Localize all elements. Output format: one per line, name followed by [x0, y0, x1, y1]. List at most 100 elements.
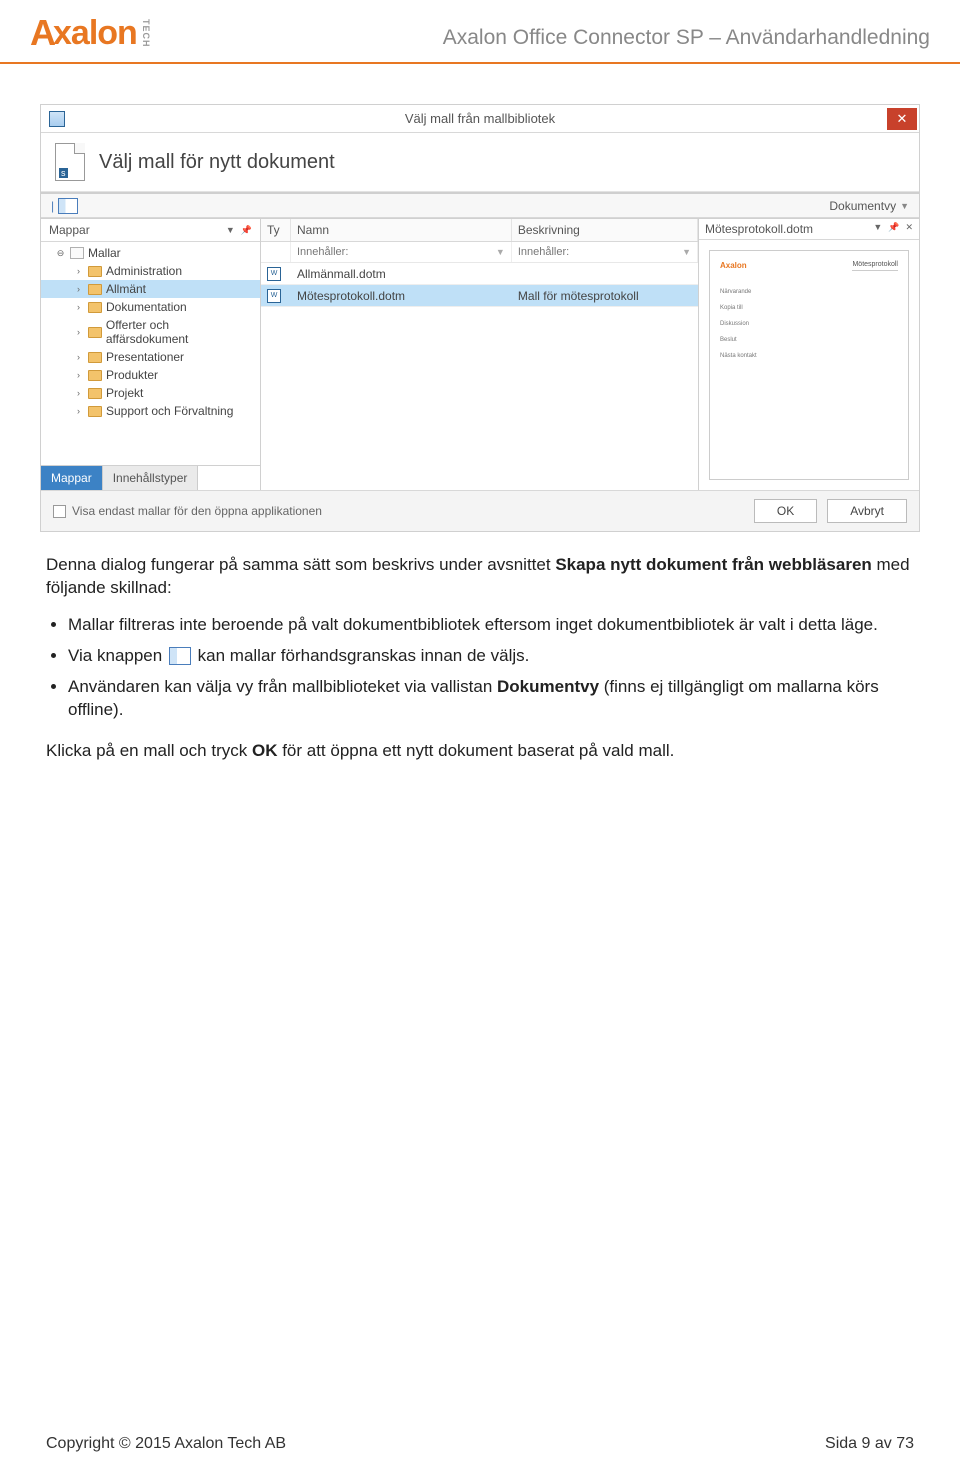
folder-icon — [88, 327, 102, 338]
folder-icon — [88, 284, 102, 295]
tree-item[interactable]: › Administration — [41, 262, 260, 280]
folder-icon — [88, 406, 102, 417]
dialog-app-icon — [49, 111, 65, 127]
show-only-checkbox[interactable]: Visa endast mallar för den öppna applika… — [53, 504, 322, 518]
funnel-icon[interactable]: ▼ — [496, 247, 505, 257]
folder-icon — [88, 302, 102, 313]
tree-item[interactable]: › Support och Förvaltning — [41, 402, 260, 420]
dialog-heading: Välj mall för nytt dokument — [99, 151, 335, 174]
cancel-button[interactable]: Avbryt — [827, 499, 907, 523]
dialog-heading-row: Välj mall för nytt dokument — [41, 133, 919, 192]
expand-icon[interactable]: › — [73, 370, 84, 381]
preview-line: Nästa kontakt — [720, 353, 898, 359]
col-name[interactable]: Namn — [291, 219, 512, 241]
expand-icon[interactable]: › — [73, 327, 84, 338]
expand-icon[interactable]: › — [73, 284, 84, 295]
tree-root[interactable]: ⊖ Mallar — [41, 244, 260, 262]
expand-icon[interactable]: › — [73, 266, 84, 277]
intro-bold: Skapa nytt dokument från webbläsaren — [555, 555, 871, 574]
sidebar-tabs: Mappar Innehållstyper — [41, 465, 260, 490]
tree-item-label: Support och Förvaltning — [106, 404, 233, 418]
pin-icon[interactable]: 📌 — [888, 222, 899, 236]
preview-toggle-button[interactable] — [58, 198, 78, 214]
preview-line: Beslut — [720, 337, 898, 343]
pin-icon[interactable]: 📌 — [241, 225, 252, 236]
expand-icon[interactable]: ⊖ — [55, 248, 66, 259]
close-button[interactable]: ✕ — [887, 108, 917, 130]
tab-mappar[interactable]: Mappar — [41, 466, 103, 490]
view-dropdown[interactable]: Dokumentvy ▼ — [829, 199, 909, 213]
library-icon — [70, 247, 84, 259]
preview-panel: Mötesprotokoll.dotm ▼ 📌 ✕ Axalon Mötespr… — [699, 219, 919, 490]
folder-icon — [88, 370, 102, 381]
filter-desc-label: Innehåller: — [518, 246, 569, 258]
expand-icon[interactable]: › — [73, 388, 84, 399]
toolbar-divider: | — [51, 199, 54, 213]
table-row[interactable]: WAllmänmall.dotm — [261, 263, 698, 285]
page-footer: Copyright © 2015 Axalon Tech AB Sida 9 a… — [0, 1435, 960, 1453]
filter-description[interactable]: Innehåller: ▼ — [512, 242, 698, 262]
folder-icon — [88, 388, 102, 399]
tree-item[interactable]: › Produkter — [41, 366, 260, 384]
intro-text-1: Denna dialog fungerar på samma sätt som … — [46, 555, 555, 574]
filter-type[interactable] — [261, 242, 291, 262]
ok-button[interactable]: OK — [754, 499, 817, 523]
expand-icon[interactable]: › — [73, 406, 84, 417]
expand-icon[interactable]: › — [73, 352, 84, 363]
col-description[interactable]: Beskrivning — [512, 219, 698, 241]
chevron-down-icon[interactable]: ▼ — [873, 222, 882, 236]
body-content: Denna dialog fungerar på samma sätt som … — [46, 554, 914, 763]
outro-a: Klicka på en mall och tryck — [46, 741, 252, 760]
col-type[interactable]: Ty — [261, 219, 291, 241]
tree-item[interactable]: › Presentationer — [41, 348, 260, 366]
folder-tree: ⊖ Mallar ›Administration›Allmänt›Dokumen… — [41, 242, 260, 465]
template-grid: Ty Namn Beskrivning Innehåller: ▼ Innehå… — [261, 219, 699, 490]
close-icon[interactable]: ✕ — [905, 222, 913, 236]
intro-paragraph: Denna dialog fungerar på samma sätt som … — [46, 554, 914, 600]
tree-item-label: Presentationer — [106, 350, 184, 364]
tree-item[interactable]: › Projekt — [41, 384, 260, 402]
chevron-down-icon[interactable]: ▼ — [226, 225, 235, 236]
tab-innehallstyper[interactable]: Innehållstyper — [103, 466, 199, 490]
preview-line: Närvarande — [720, 289, 898, 295]
page-header: Axalon TECH Axalon Office Connector SP –… — [0, 0, 960, 64]
dialog-titlebar: Välj mall från mallbibliotek ✕ — [41, 105, 919, 133]
row-description: Mall för mötesprotokoll — [512, 286, 698, 306]
funnel-icon[interactable]: ▼ — [682, 247, 691, 257]
expand-icon[interactable]: › — [73, 302, 84, 313]
tree-item-label: Administration — [106, 264, 182, 278]
row-name: Mötesprotokoll.dotm — [291, 286, 512, 306]
filter-name[interactable]: Innehåller: ▼ — [291, 242, 512, 262]
table-row[interactable]: W Mötesprotokoll.dotmMall för mötesprotok… — [261, 285, 698, 307]
view-dropdown-label: Dokumentvy — [829, 199, 896, 213]
tree-item-label: Projekt — [106, 386, 143, 400]
logo-a-icon: A — [30, 12, 55, 54]
tree-root-label: Mallar — [88, 246, 121, 260]
logo: Axalon TECH — [30, 12, 151, 54]
bullet-2: Via knappen kan mallar förhandsgranskas … — [68, 645, 914, 668]
checkbox-icon[interactable] — [53, 505, 66, 518]
folder-icon — [88, 352, 102, 363]
preview-doc-title: Mötesprotokoll — [852, 261, 898, 271]
preview-line: Diskussion — [720, 321, 898, 327]
word-icon: W — [267, 267, 281, 281]
logo-text: xalon — [53, 14, 137, 53]
copyright: Copyright © 2015 Axalon Tech AB — [46, 1435, 286, 1453]
sidebar-controls: ▼ 📌 — [226, 225, 252, 236]
tree-item[interactable]: ›Offerter och affärsdokument — [41, 316, 260, 348]
tree-item-label: Dokumentation — [106, 300, 187, 314]
tree-item[interactable]: › Dokumentation — [41, 298, 260, 316]
filter-name-label: Innehåller: — [297, 246, 348, 258]
header-title: Axalon Office Connector SP – Användarhan… — [443, 26, 930, 54]
tree-item[interactable]: ›Allmänt — [41, 280, 260, 298]
sidebar-title: Mappar — [49, 223, 90, 237]
bullet-2b: kan mallar förhandsgranskas innan de väl… — [193, 646, 529, 665]
tree-item-label: Produkter — [106, 368, 158, 382]
bullet-list: Mallar filtreras inte beroende på valt d… — [68, 614, 914, 722]
bullet-3a: Användaren kan välja vy från mallbibliot… — [68, 677, 497, 696]
preview-logo: Axalon — [720, 261, 747, 279]
bullet-1: Mallar filtreras inte beroende på valt d… — [68, 614, 914, 637]
dialog-body: Mappar ▼ 📌 ⊖ Mallar › Administration ›Allm… — [41, 218, 919, 490]
word-icon: W — [267, 289, 281, 303]
checkbox-label: Visa endast mallar för den öppna applika… — [72, 504, 322, 518]
